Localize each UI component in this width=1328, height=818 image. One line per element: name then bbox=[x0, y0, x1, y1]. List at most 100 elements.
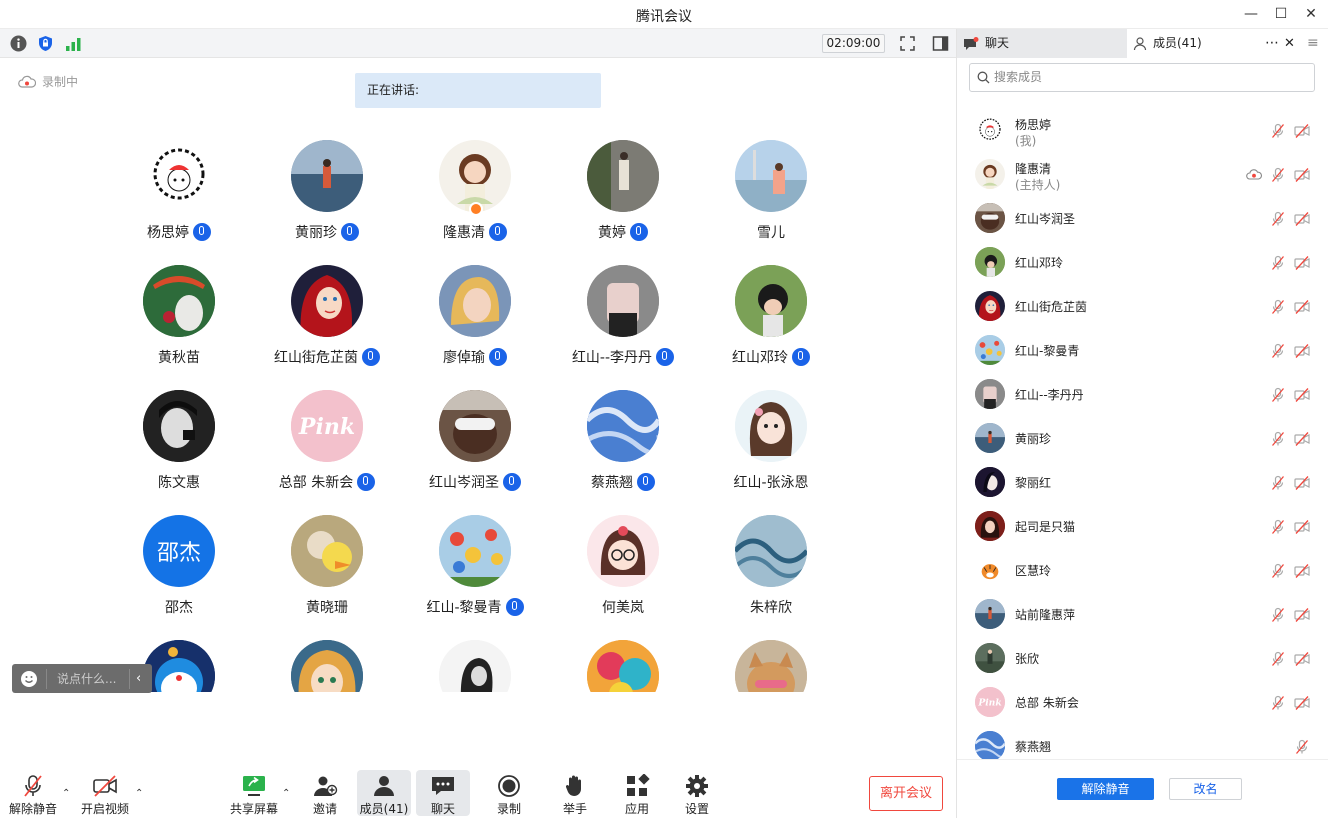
camera-off-icon[interactable] bbox=[1294, 387, 1310, 403]
participant-tile[interactable]: 红山-张泳恩 bbox=[697, 390, 845, 515]
member-row[interactable]: 红山-黎曼青 bbox=[957, 329, 1328, 373]
members-button[interactable]: 成员(41) bbox=[357, 770, 411, 816]
camera-off-icon[interactable] bbox=[1294, 651, 1310, 667]
raise-hand-button[interactable]: 举手 bbox=[548, 770, 602, 816]
mic-muted-icon[interactable] bbox=[1270, 255, 1286, 271]
participant-tile[interactable]: 雪儿 bbox=[697, 140, 845, 265]
camera-off-icon[interactable] bbox=[1294, 343, 1310, 359]
apps-button[interactable]: 应用 bbox=[610, 770, 664, 816]
participant-tile[interactable]: 红山邓玲 bbox=[697, 265, 845, 390]
mic-muted-icon[interactable] bbox=[1270, 211, 1286, 227]
tab-chat[interactable]: 聊天 bbox=[957, 29, 1127, 58]
close-panel-icon[interactable]: ✕ bbox=[1284, 29, 1295, 58]
maximize-button[interactable]: ☐ bbox=[1271, 5, 1291, 23]
camera-off-icon[interactable] bbox=[1294, 211, 1310, 227]
participant-tile[interactable] bbox=[253, 640, 401, 692]
participant-tile[interactable]: 红山街危芷茵 bbox=[253, 265, 401, 390]
mic-muted-icon[interactable] bbox=[1270, 563, 1286, 579]
mic-muted-icon[interactable] bbox=[1270, 387, 1286, 403]
mic-muted-icon[interactable] bbox=[1270, 431, 1286, 447]
participant-tile[interactable] bbox=[549, 640, 697, 692]
mic-muted-icon[interactable] bbox=[1270, 123, 1286, 139]
participant-tile[interactable]: 杨思婷 bbox=[105, 140, 253, 265]
participant-tile[interactable]: 黄婷 bbox=[549, 140, 697, 265]
participant-tile[interactable]: 蔡燕翘 bbox=[549, 390, 697, 515]
participant-tile[interactable] bbox=[401, 640, 549, 692]
camera-off-icon[interactable] bbox=[1294, 519, 1310, 535]
member-row[interactable]: 红山岑润圣 bbox=[957, 197, 1328, 241]
mic-muted-icon[interactable] bbox=[1270, 651, 1286, 667]
member-row[interactable]: 蔡燕翘 bbox=[957, 725, 1328, 759]
member-row[interactable]: 张欣 bbox=[957, 637, 1328, 681]
participant-tile[interactable]: 邵杰 邵杰 bbox=[105, 515, 253, 640]
member-search-input[interactable]: 搜索成员 bbox=[969, 63, 1315, 92]
rename-button[interactable]: 改名 bbox=[1169, 778, 1242, 800]
participant-tile[interactable] bbox=[697, 640, 845, 692]
camera-off-icon[interactable] bbox=[1294, 299, 1310, 315]
member-row[interactable]: 红山街危芷茵 bbox=[957, 285, 1328, 329]
participant-tile[interactable]: 何美岚 bbox=[549, 515, 697, 640]
member-row[interactable]: 区慧玲 bbox=[957, 549, 1328, 593]
participant-tile[interactable]: 黄晓珊 bbox=[253, 515, 401, 640]
camera-off-icon[interactable] bbox=[1294, 475, 1310, 491]
member-row[interactable]: 红山--李丹丹 bbox=[957, 373, 1328, 417]
share-screen-button[interactable]: 共享屏幕 bbox=[227, 770, 281, 816]
participant-tile[interactable]: 红山--李丹丹 bbox=[549, 265, 697, 390]
info-icon[interactable] bbox=[10, 35, 27, 52]
more-options-icon[interactable]: ⋯ bbox=[1265, 29, 1279, 58]
mic-muted-icon[interactable] bbox=[1270, 167, 1286, 183]
video-options-chevron-icon[interactable]: ⌃ bbox=[135, 788, 143, 799]
camera-off-icon[interactable] bbox=[1294, 255, 1310, 271]
member-row[interactable]: Pink 总部 朱新会 bbox=[957, 681, 1328, 725]
menu-icon[interactable]: ≡ bbox=[1307, 35, 1319, 51]
collapse-chevron-icon[interactable]: ‹ bbox=[136, 671, 141, 686]
participant-tile[interactable]: Pink 总部 朱新会 bbox=[253, 390, 401, 515]
share-options-chevron-icon[interactable]: ⌃ bbox=[282, 788, 290, 799]
tab-members[interactable]: 成员(41) ⋯ ✕ bbox=[1127, 29, 1328, 58]
member-row[interactable]: 红山邓玲 bbox=[957, 241, 1328, 285]
camera-off-icon[interactable] bbox=[1294, 167, 1310, 183]
chat-button[interactable]: 聊天 bbox=[416, 770, 470, 816]
participant-tile[interactable]: 隆惠清 bbox=[401, 140, 549, 265]
audio-options-chevron-icon[interactable]: ⌃ bbox=[62, 788, 70, 799]
close-button[interactable]: ✕ bbox=[1301, 5, 1321, 23]
start-video-button[interactable]: 开启视频 bbox=[78, 770, 132, 816]
fullscreen-icon[interactable] bbox=[899, 35, 916, 52]
participant-tile[interactable]: 黄丽珍 bbox=[253, 140, 401, 265]
participant-tile[interactable]: 廖倬瑜 bbox=[401, 265, 549, 390]
participant-tile[interactable]: 红山岑润圣 bbox=[401, 390, 549, 515]
mic-muted-icon[interactable] bbox=[1270, 299, 1286, 315]
mic-muted-icon[interactable] bbox=[1294, 739, 1310, 755]
camera-off-icon[interactable] bbox=[1294, 563, 1310, 579]
participant-tile[interactable]: 黄秋苗 bbox=[105, 265, 253, 390]
member-row[interactable]: 黄丽珍 bbox=[957, 417, 1328, 461]
settings-button[interactable]: 设置 bbox=[670, 770, 724, 816]
invite-button[interactable]: 邀请 bbox=[298, 770, 352, 816]
mic-muted-icon[interactable] bbox=[1270, 475, 1286, 491]
member-row[interactable]: 起司是只猫 bbox=[957, 505, 1328, 549]
participant-tile[interactable]: 红山-黎曼青 bbox=[401, 515, 549, 640]
signal-icon[interactable] bbox=[65, 35, 82, 52]
member-row[interactable]: 黎丽红 bbox=[957, 461, 1328, 505]
member-row[interactable]: 站前隆惠萍 bbox=[957, 593, 1328, 637]
participant-tile[interactable]: 朱梓欣 bbox=[697, 515, 845, 640]
camera-off-icon[interactable] bbox=[1294, 123, 1310, 139]
mic-muted-icon[interactable] bbox=[1270, 607, 1286, 623]
mic-muted-icon[interactable] bbox=[1270, 519, 1286, 535]
leave-meeting-button[interactable]: 离开会议 bbox=[869, 776, 943, 811]
camera-off-icon[interactable] bbox=[1294, 607, 1310, 623]
minimize-button[interactable]: — bbox=[1241, 5, 1261, 23]
mic-muted-icon[interactable] bbox=[1270, 343, 1286, 359]
layout-toggle-icon[interactable] bbox=[932, 35, 949, 52]
member-row[interactable]: 杨思婷 (我) bbox=[957, 109, 1328, 153]
security-shield-icon[interactable] bbox=[37, 35, 54, 52]
mic-muted-icon[interactable] bbox=[1270, 695, 1286, 711]
member-row[interactable]: 隆惠清 (主持人) bbox=[957, 153, 1328, 197]
chat-quick-input[interactable]: 说点什么... ‹ bbox=[12, 664, 152, 693]
emoji-icon[interactable] bbox=[20, 670, 38, 688]
participant-tile[interactable]: 陈文惠 bbox=[105, 390, 253, 515]
camera-off-icon[interactable] bbox=[1294, 695, 1310, 711]
camera-off-icon[interactable] bbox=[1294, 431, 1310, 447]
unmute-button[interactable]: 解除静音 bbox=[6, 770, 60, 816]
unmute-all-button[interactable]: 解除静音 bbox=[1057, 778, 1154, 800]
